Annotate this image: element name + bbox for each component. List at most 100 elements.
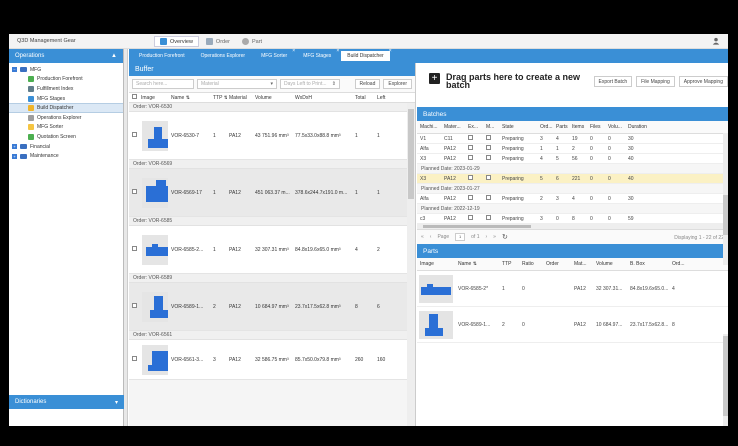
prev-page-icon[interactable]: ‹ (430, 234, 432, 240)
tab-label: Production Forefront (139, 53, 185, 59)
menu-tab-overview[interactable]: Overview (154, 36, 199, 47)
column-header[interactable]: State (499, 124, 537, 130)
explorer-button[interactable]: Explorer (383, 79, 412, 89)
batch-row[interactable]: X3 PA12 Preparing 5 6 221 0 0 40 (417, 174, 728, 184)
expand-toggle-icon[interactable]: − (12, 67, 17, 73)
chevron-down-icon[interactable]: ▾ (115, 399, 118, 406)
batch-checkbox[interactable] (465, 155, 483, 162)
sidebar-item-mfg-sorter[interactable]: MFG Sorter (9, 123, 123, 133)
batch-checkbox[interactable] (483, 145, 499, 152)
sidebar-item-quotation-screen[interactable]: Quotation Screen (9, 132, 123, 142)
search-input[interactable]: Search here... (132, 79, 194, 89)
parts-row[interactable]: VOR-6589-1... 2 0 PA12 10 684.97... 23.7x17.5… (417, 307, 728, 343)
expand-toggle-icon[interactable]: + (12, 144, 17, 150)
batch-checkbox[interactable] (465, 135, 483, 142)
file-mapping-button[interactable]: File Mapping (636, 76, 675, 87)
close-icon[interactable]: × (389, 48, 392, 54)
column-header[interactable]: Ord... (537, 124, 553, 130)
batch-row[interactable]: V1 C11 Preparing 3 4 19 0 0 30 (417, 134, 728, 144)
sidebar-splitter[interactable] (124, 49, 128, 426)
refresh-icon[interactable]: ↻ (502, 233, 508, 241)
parts-row[interactable]: VOR-6585-2* 1 0 PA12 32 307.31... 84.8x19.6x6… (417, 271, 728, 307)
column-header[interactable]: Machi... (417, 124, 441, 130)
column-header[interactable]: Files (587, 124, 605, 130)
batch-checkbox[interactable] (483, 155, 499, 162)
sidebar-item-fulfillment-index[interactable]: Fulfillment Index (9, 84, 123, 94)
batch-drop-zone[interactable]: + Drag parts here to create a new batch … (417, 63, 728, 107)
last-page-icon[interactable]: » (493, 234, 496, 240)
sidebar-footer[interactable]: Dictionaries ▾ (9, 395, 124, 409)
batch-checkbox[interactable] (483, 135, 499, 142)
reload-button[interactable]: Reload (354, 79, 381, 89)
buffer-part-row[interactable]: VOR-6561-3... 3 PA12 32 586.75 mm³ 85.7x50.0… (129, 340, 415, 380)
batch-checkbox[interactable] (465, 195, 483, 202)
row-checkbox[interactable] (129, 356, 139, 363)
select-all-checkbox[interactable] (129, 94, 139, 101)
sidebar-item-financial[interactable]: + Financial (9, 142, 123, 152)
part-thumbnail (419, 310, 453, 339)
sidebar-item-mfg[interactable]: − MFG (9, 65, 123, 75)
scrollbar-thumb[interactable] (423, 225, 531, 228)
row-checkbox[interactable] (129, 189, 139, 196)
tab-operations-explorer[interactable]: Operations Explorer (195, 51, 251, 61)
column-header[interactable]: Name ⇅ (169, 95, 211, 101)
row-checkbox[interactable] (129, 132, 139, 139)
tab-production-forefront[interactable]: Production Forefront (133, 51, 191, 61)
tab-build-dispatcher[interactable]: Build Dispatcher × (341, 48, 392, 61)
sidebar-item-production-forefront[interactable]: Production Forefront (9, 75, 123, 85)
column-header[interactable]: Duration (625, 124, 655, 130)
batch-checkbox[interactable] (465, 145, 483, 152)
next-page-icon[interactable]: › (485, 234, 487, 240)
first-page-icon[interactable]: « (421, 234, 424, 240)
expand-toggle-icon[interactable]: + (12, 153, 17, 159)
scrollbar-thumb[interactable] (723, 336, 728, 416)
scrollbar-thumb[interactable] (723, 195, 728, 235)
column-header[interactable]: Volu... (605, 124, 625, 130)
batch-checkbox[interactable] (465, 175, 483, 182)
batch-checkbox[interactable] (483, 175, 499, 182)
column-header[interactable]: M... (483, 124, 499, 130)
row-checkbox[interactable] (129, 303, 139, 310)
batch-checkbox[interactable] (483, 215, 499, 222)
column-header[interactable]: Mater... (441, 124, 465, 130)
buffer-part-row[interactable]: VOR-6569-17 1 PA12 451 063.37 m... 378.6x244… (129, 169, 415, 217)
sidebar-header[interactable]: Operations ▲ (9, 49, 123, 63)
sidebar-item-maintenance[interactable]: + Maintenance (9, 151, 123, 161)
collapse-up-icon[interactable]: ▲ (111, 53, 117, 59)
buffer-part-row[interactable]: VOR-6585-2... 1 PA12 32 307.31 mm³ 84.8x19.6… (129, 226, 415, 274)
menu-tab-part[interactable]: Part (237, 36, 267, 47)
approve-mapping-button[interactable]: Approve Mapping (678, 76, 728, 87)
page-input[interactable]: 1 (455, 233, 466, 241)
material-select[interactable]: Material ▾ (197, 79, 277, 89)
days-left-stepper[interactable]: Days Left to Print... ⇕ (280, 79, 340, 89)
column-header[interactable]: Items (569, 124, 587, 130)
column-header[interactable]: Parts (553, 124, 569, 130)
close-icon[interactable]: × (292, 48, 295, 54)
row-checkbox[interactable] (129, 246, 139, 253)
batch-row[interactable]: X3 PA12 Preparing 4 5 56 0 0 40 (417, 154, 728, 164)
sidebar-item-build-dispatcher[interactable]: Build Dispatcher (9, 103, 123, 113)
batch-checkbox[interactable] (483, 195, 499, 202)
buffer-part-row[interactable]: VOR-6589-1... 2 PA12 10 684.97 mm³ 23.7x17.5… (129, 283, 415, 331)
column-header[interactable]: Ex... (465, 124, 483, 130)
column-header[interactable]: Name ⇅ (455, 261, 499, 267)
export-batch-button[interactable]: Export Batch (593, 76, 633, 87)
parts-vertical-scrollbar[interactable] (723, 334, 728, 426)
column-header[interactable]: TTP ⇅ (211, 95, 227, 101)
buffer-scrollbar[interactable] (407, 103, 415, 426)
batches-vertical-scrollbar[interactable] (723, 133, 728, 265)
scrollbar-thumb[interactable] (408, 109, 414, 199)
sidebar-item-mfg-stages[interactable]: MFG Stages (9, 94, 123, 104)
batch-row[interactable]: c3 PA12 Preparing 3 0 8 0 0 59 (417, 214, 728, 224)
tab-mfg-stages[interactable]: MFG Stages × (297, 48, 339, 61)
menu-tab-order[interactable]: Order (201, 36, 235, 47)
checkbox-icon (486, 155, 491, 160)
tab-mfg-sorter[interactable]: MFG Sorter × (255, 48, 295, 61)
close-icon[interactable]: × (336, 48, 339, 54)
sidebar-item-operations-explorer[interactable]: Operations Explorer (9, 113, 123, 123)
batch-row[interactable]: Alfa PA12 Preparing 2 3 4 0 0 30 (417, 194, 728, 204)
buffer-part-row[interactable]: VOR-6530-7 1 PA12 43 751.96 mm³ 77.5x33.0x88… (129, 112, 415, 160)
batch-checkbox[interactable] (465, 215, 483, 222)
user-icon[interactable] (712, 37, 720, 45)
batch-row[interactable]: Alfa PA12 Preparing 1 1 2 0 0 30 (417, 144, 728, 154)
